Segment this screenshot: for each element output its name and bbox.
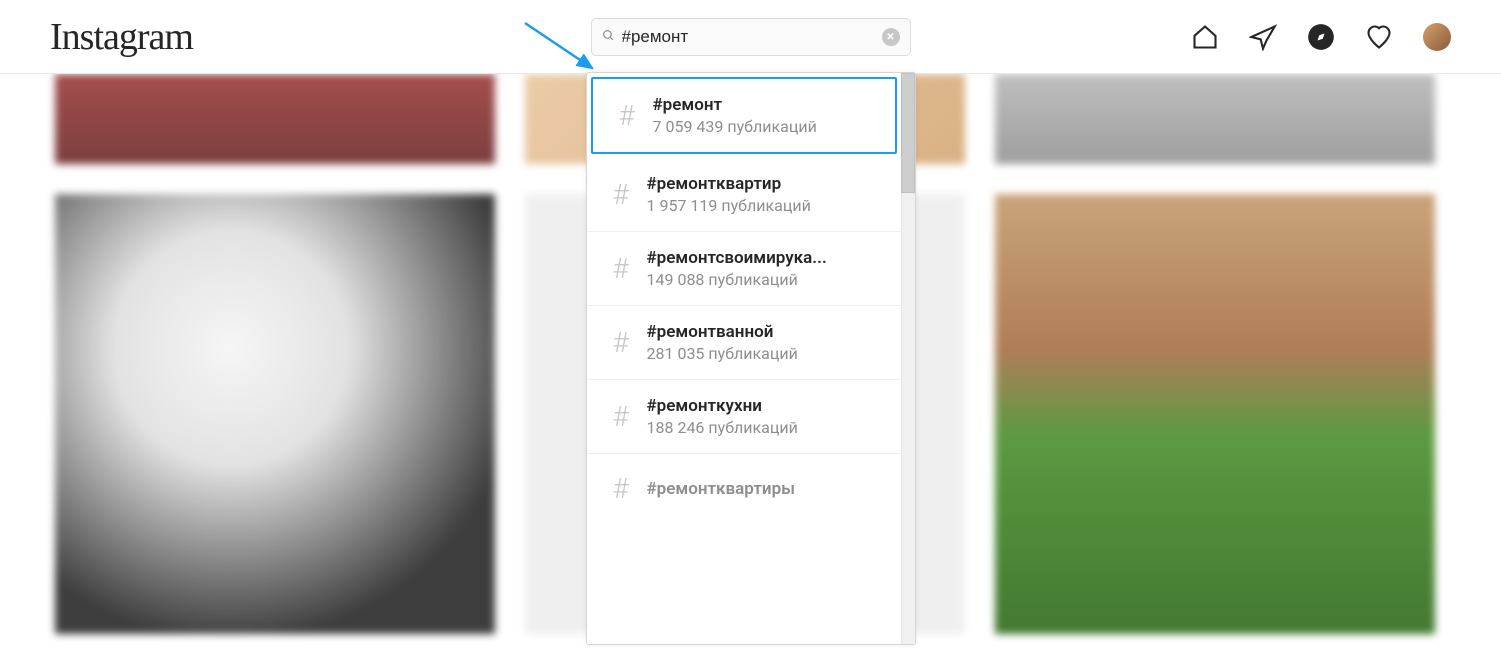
hashtag-icon: #	[601, 472, 641, 505]
result-tag: #ремонт	[653, 95, 817, 115]
search-result-item[interactable]: # #ремонтванной 281 035 публикаций	[587, 306, 901, 380]
search-results-list: # #ремонт 7 059 439 публикаций # #ремонт…	[587, 73, 901, 644]
result-count: 1 957 119 публикаций	[647, 196, 811, 215]
search-result-item[interactable]: # #ремонтквартиры	[587, 454, 901, 505]
hashtag-icon: #	[601, 400, 641, 433]
explore-icon[interactable]	[1307, 23, 1335, 51]
search-dropdown: # #ремонт 7 059 439 публикаций # #ремонт…	[586, 72, 916, 645]
nav-icons	[1191, 23, 1451, 51]
search-result-item[interactable]: # #ремонткухни 188 246 публикаций	[587, 380, 901, 454]
messages-icon[interactable]	[1249, 23, 1277, 51]
post-thumbnail[interactable]	[55, 74, 495, 164]
hashtag-icon: #	[601, 326, 641, 359]
search-field[interactable]	[591, 18, 911, 56]
result-tag: #ремонтквартиры	[647, 479, 796, 499]
result-tag: #ремонтсвоимирука...	[647, 248, 827, 268]
result-count: 7 059 439 публикаций	[653, 117, 817, 136]
profile-avatar[interactable]	[1423, 23, 1451, 51]
activity-icon[interactable]	[1365, 23, 1393, 51]
search-icon	[602, 29, 615, 46]
hashtag-icon: #	[601, 252, 641, 285]
result-tag: #ремонткухни	[647, 396, 798, 416]
result-tag: #ремонтванной	[647, 322, 798, 342]
result-count: 188 246 публикаций	[647, 418, 798, 437]
instagram-logo[interactable]: Instagram	[50, 15, 193, 59]
dropdown-scrollbar-track[interactable]	[901, 73, 915, 644]
search-result-item[interactable]: # #ремонт 7 059 439 публикаций	[591, 77, 897, 154]
result-tag: #ремонтквартир	[647, 174, 811, 194]
search-input[interactable]	[622, 27, 876, 47]
hashtag-icon: #	[607, 99, 647, 132]
search-container: # #ремонт 7 059 439 публикаций # #ремонт…	[591, 18, 911, 56]
post-thumbnail[interactable]	[995, 194, 1435, 634]
post-thumbnail[interactable]	[55, 194, 495, 634]
clear-search-icon[interactable]	[882, 28, 900, 46]
post-thumbnail[interactable]	[995, 74, 1435, 164]
top-navigation-bar: Instagram # #ремонт 7 059 439 публикаций	[0, 0, 1501, 74]
hashtag-icon: #	[601, 178, 641, 211]
search-result-item[interactable]: # #ремонтсвоимирука... 149 088 публикаци…	[587, 232, 901, 306]
search-result-item[interactable]: # #ремонтквартир 1 957 119 публикаций	[587, 158, 901, 232]
result-count: 281 035 публикаций	[647, 344, 798, 363]
home-icon[interactable]	[1191, 23, 1219, 51]
result-count: 149 088 публикаций	[647, 270, 827, 289]
dropdown-scrollbar-thumb[interactable]	[901, 73, 915, 193]
